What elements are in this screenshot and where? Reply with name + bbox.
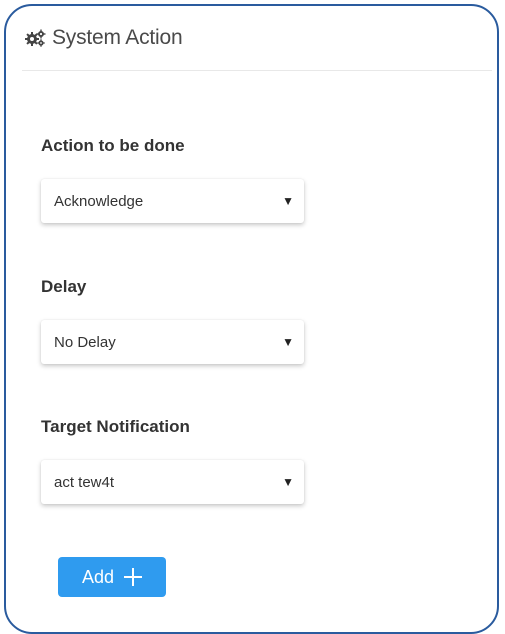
panel-header: System Action [22, 6, 492, 71]
panel-title: System Action [52, 26, 183, 49]
add-button-label: Add [81, 566, 115, 587]
target-notification-label: Target Notification [41, 417, 190, 436]
caret-down-icon: ▼ [282, 335, 294, 349]
action-select[interactable]: Acknowledge ▼ [41, 179, 304, 223]
delay-select[interactable]: No Delay ▼ [41, 320, 304, 364]
target-notification-select[interactable]: act tew4t ▼ [41, 460, 304, 504]
delay-label: Delay [41, 277, 87, 296]
caret-down-icon: ▼ [282, 475, 294, 489]
plus-icon [124, 568, 143, 586]
gears-icon [24, 26, 48, 50]
system-action-panel: System Action Action to be done Acknowle… [4, 4, 499, 634]
add-button[interactable]: Add [58, 557, 166, 597]
caret-down-icon: ▼ [282, 194, 294, 208]
target-selected-value: act tew4t [54, 473, 115, 491]
delay-selected-value: No Delay [54, 333, 116, 351]
action-label: Action to be done [41, 136, 185, 155]
action-selected-value: Acknowledge [54, 192, 144, 210]
